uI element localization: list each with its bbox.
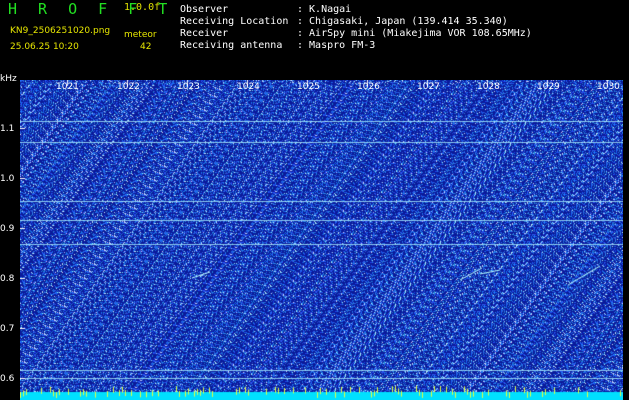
info-label-antenna: Receiving antenna: [180, 40, 283, 51]
minute-label-1028: 1028: [477, 82, 500, 92]
y-axis-unit: kHz: [0, 74, 17, 84]
minute-label-1027: 1027: [417, 82, 440, 92]
minute-label-1023: 1023: [177, 82, 200, 92]
minute-label-1025: 1025: [297, 82, 320, 92]
y-tick-0-9: 0.9: [0, 224, 15, 234]
header-panel: H R O F F T 1.0.0f KN9_2506251020.png 25…: [0, 0, 629, 78]
minute-label-1029: 1029: [537, 82, 560, 92]
info-value-antenna: : Maspro FM-3: [297, 40, 376, 51]
meteor-label: meteor: [124, 30, 157, 40]
minute-label-1021: 1021: [56, 82, 79, 92]
info-value-receiver: : AirSpy mini (Miakejima VOR 108.65MHz): [297, 28, 532, 39]
spectrogram: [20, 80, 623, 400]
info-label-observer: Observer: [180, 4, 229, 15]
file-name: KN9_2506251020.png: [10, 26, 111, 36]
y-tick-1-0: 1.0: [0, 174, 15, 184]
y-tick-0-6: 0.6: [0, 374, 15, 384]
minute-label-1030: 1030: [597, 82, 620, 92]
y-tick-1-1: 1.1: [0, 124, 15, 134]
minute-label-1022: 1022: [117, 82, 140, 92]
minute-label-1026: 1026: [357, 82, 380, 92]
y-tick-0-7: 0.7: [0, 324, 15, 334]
info-value-observer: : K.Nagai: [297, 4, 352, 15]
info-label-receiver: Receiver: [180, 28, 229, 39]
version-label: 1.0.0f: [124, 2, 161, 13]
info-label-location: Receiving Location: [180, 16, 289, 27]
y-tick-0-8: 0.8: [0, 274, 15, 284]
meteor-count: 42: [140, 42, 152, 52]
info-value-location: : Chigasaki, Japan (139.414 35.340): [297, 16, 508, 27]
date-time: 25.06.25 10:20: [10, 42, 79, 52]
minute-label-1024: 1024: [237, 82, 260, 92]
